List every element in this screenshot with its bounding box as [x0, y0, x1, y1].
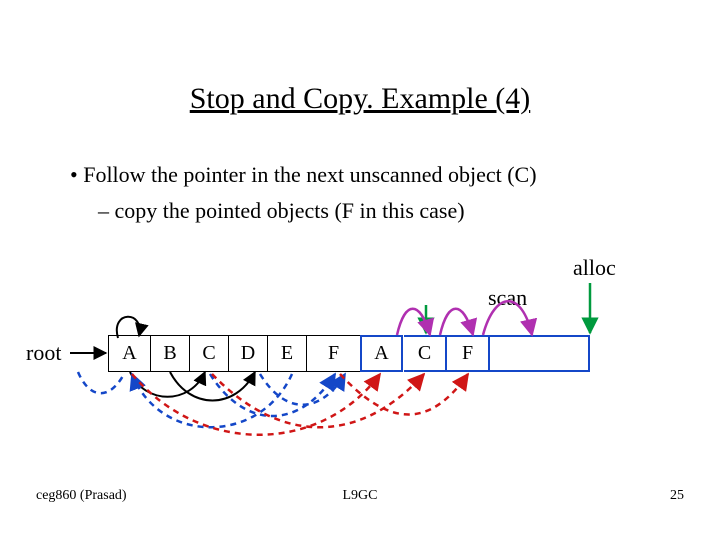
slide-title: Stop and Copy. Example (4)	[0, 82, 720, 116]
footer-right: 25	[670, 488, 684, 504]
dash-c-f	[210, 374, 335, 416]
dash-d-f	[260, 374, 345, 405]
to-space: ACF	[361, 335, 590, 372]
cell-F: F	[307, 335, 361, 372]
dash-e-a	[132, 374, 292, 427]
old-ptr-b-d	[170, 372, 255, 401]
fwd-f	[340, 374, 468, 415]
cell-D: D	[229, 335, 268, 372]
new-ptr-a-c	[397, 309, 430, 335]
cell-F: F	[447, 335, 490, 372]
scan-label: scan	[488, 285, 527, 311]
old-ptr-a-c	[130, 372, 205, 397]
footer-center: L9GC	[0, 488, 720, 504]
bullet-2: – copy the pointed objects (F in this ca…	[98, 196, 537, 226]
cell-A: A	[108, 335, 151, 372]
new-ptr-c-f	[440, 309, 473, 335]
fwd-a	[132, 374, 380, 435]
fwd-c	[212, 374, 424, 427]
alloc-label: alloc	[573, 255, 616, 281]
cell-E: E	[268, 335, 307, 372]
cell-B: B	[151, 335, 190, 372]
root-label: root	[26, 340, 61, 366]
cell-A: A	[360, 335, 403, 372]
bullet-1: • Follow the pointer in the next unscann…	[70, 160, 537, 190]
dash-root-a	[78, 372, 124, 393]
cell-C: C	[404, 335, 447, 372]
bullet-list: • Follow the pointer in the next unscann…	[70, 160, 537, 225]
from-space: ABCDEF	[108, 335, 361, 372]
cell-empty	[490, 335, 590, 372]
cell-C: C	[190, 335, 229, 372]
